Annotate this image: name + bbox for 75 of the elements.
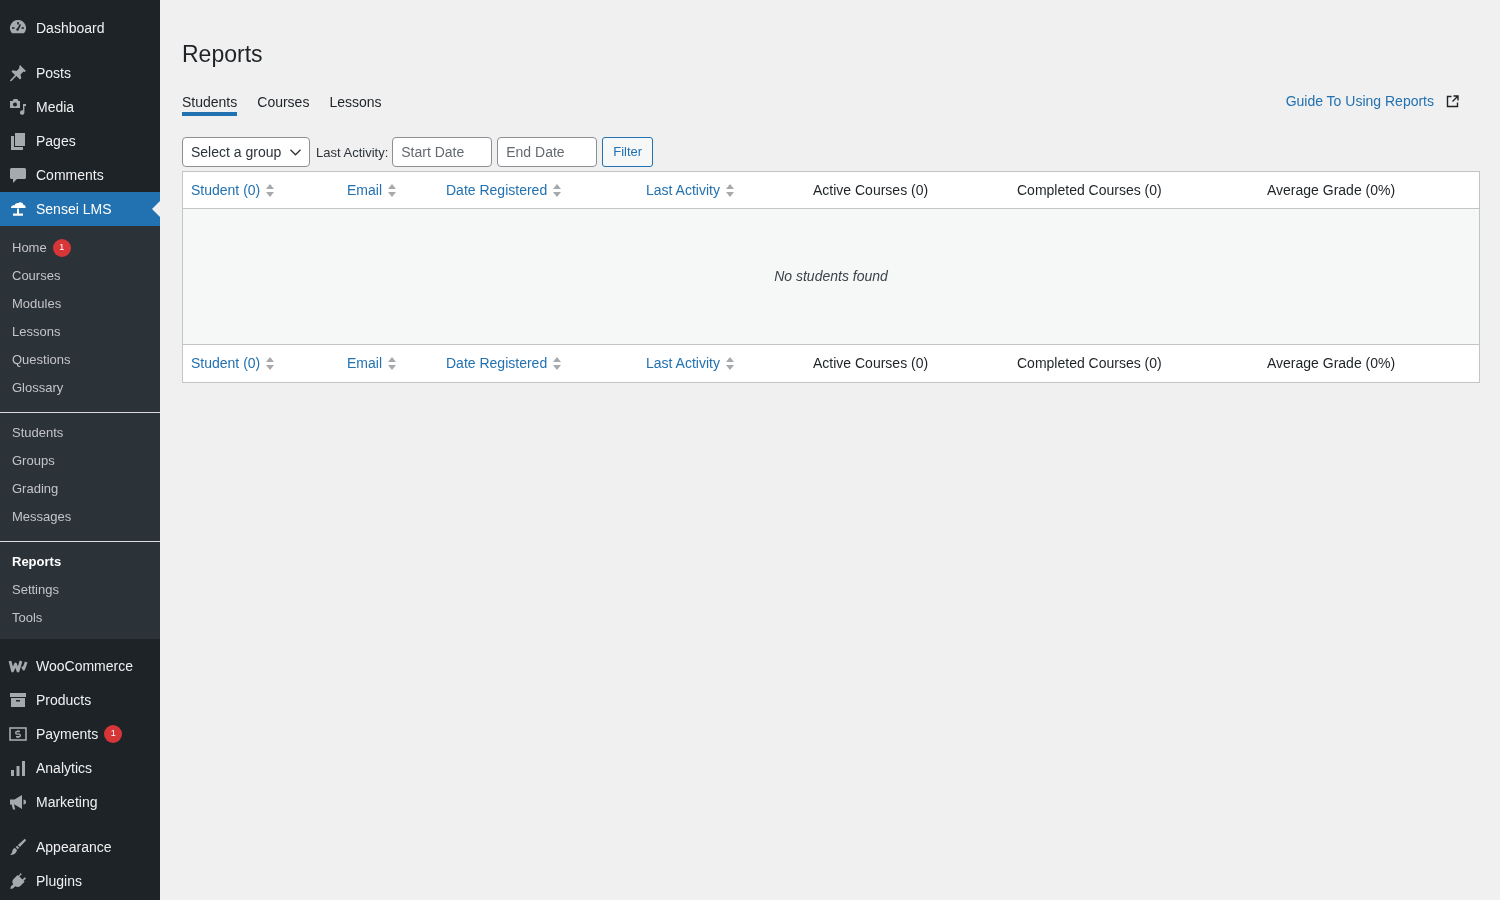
speech-bubble-icon [8, 165, 28, 185]
external-link-icon [1446, 95, 1459, 108]
column-header: Active Courses (0) [813, 354, 929, 373]
tab[interactable]: Lessons [329, 93, 382, 116]
dollar-bill-icon [8, 724, 28, 744]
pushpin-icon [8, 63, 28, 83]
submenu-item[interactable]: Modules [0, 290, 160, 318]
megaphone-icon [8, 792, 28, 812]
column-header[interactable]: Last Activity [646, 353, 734, 374]
sort-arrows-icon [725, 183, 734, 197]
column-header: Completed Courses (0) [1017, 180, 1162, 200]
column-header: Average Grade (0%) [1267, 354, 1396, 373]
submenu-item[interactable]: Students [0, 419, 160, 447]
column-header: Completed Courses (0) [1017, 354, 1162, 373]
start-date-field[interactable]: Start Date [392, 137, 493, 167]
sort-arrows-icon [388, 183, 396, 197]
submenu-item[interactable]: Home 1 [0, 234, 160, 262]
sort-arrows-icon [553, 357, 562, 370]
column-header[interactable]: Student (0) [191, 353, 275, 374]
submenu-item[interactable]: Grading [0, 475, 160, 503]
menu-item[interactable]: Media [0, 90, 160, 124]
menu-item[interactable]: Analytics [0, 751, 160, 785]
bar-chart-icon [8, 758, 28, 778]
column-header[interactable]: Date Registered [446, 179, 562, 201]
column-header[interactable]: Date Registered [446, 353, 562, 374]
submenu-item[interactable]: Settings [0, 576, 160, 604]
menu-item[interactable]: Pages [0, 124, 160, 158]
empty-message: No students found [774, 267, 888, 286]
tab[interactable]: Courses [257, 93, 310, 116]
submenu-item[interactable]: Reports [0, 548, 160, 576]
menu-item[interactable]: WooCommerce [0, 649, 160, 683]
paintbrush-icon [8, 837, 28, 857]
menu-pointer-icon [152, 201, 160, 217]
column-header: Average Grade (0%) [1267, 180, 1396, 200]
menu-item[interactable]: Sensei LMS [0, 192, 160, 226]
tab[interactable]: Students [182, 93, 238, 116]
menu-item[interactable]: Comments [0, 158, 160, 192]
column-header[interactable]: Last Activity [646, 179, 734, 201]
group-select[interactable]: Select a group [182, 137, 310, 167]
column-header: Active Courses (0) [813, 180, 929, 200]
chevron-down-icon [290, 148, 301, 156]
sort-arrows-icon [553, 183, 562, 197]
column-header[interactable]: Email [347, 353, 396, 374]
submenu-item[interactable]: Courses [0, 262, 160, 290]
archive-box-icon [8, 690, 28, 710]
column-header[interactable]: Student (0) [191, 179, 275, 201]
sort-arrows-icon [266, 183, 275, 197]
page-title: Reports [182, 40, 264, 69]
menu-item[interactable]: Posts [0, 56, 160, 90]
submenu-item[interactable]: Groups [0, 447, 160, 475]
column-header[interactable]: Email [347, 179, 396, 201]
submenu-item[interactable]: Lessons [0, 318, 160, 346]
menu-item[interactable]: Dashboard [0, 11, 160, 45]
submenu-item[interactable]: Glossary [0, 374, 160, 402]
filter-button[interactable]: Filter [602, 137, 654, 167]
submenu-item[interactable]: Messages [0, 503, 160, 531]
menu-item[interactable]: Payments 1 [0, 717, 160, 751]
sort-arrows-icon [388, 357, 396, 370]
tree-icon [8, 199, 28, 219]
camera-note-icon [8, 97, 28, 117]
plug-icon [8, 871, 28, 891]
documents-icon [8, 131, 28, 151]
menu-item[interactable]: Marketing [0, 785, 160, 819]
submenu-item[interactable]: Tools [0, 604, 160, 632]
guide-link[interactable]: Guide To Using Reports [1285, 92, 1459, 111]
filter-label: Last Activity: [316, 144, 389, 163]
submenu-item[interactable]: Questions [0, 346, 160, 374]
sort-arrows-icon [725, 357, 734, 370]
notification-count: 1 [52, 239, 71, 257]
menu-item[interactable]: Appearance [0, 830, 160, 864]
end-date-field[interactable]: End Date [497, 137, 598, 167]
sort-arrows-icon [266, 357, 275, 370]
menu-item[interactable]: Plugins [0, 864, 160, 898]
menu-item[interactable]: Products [0, 683, 160, 717]
notification-count: 1 [104, 725, 123, 743]
